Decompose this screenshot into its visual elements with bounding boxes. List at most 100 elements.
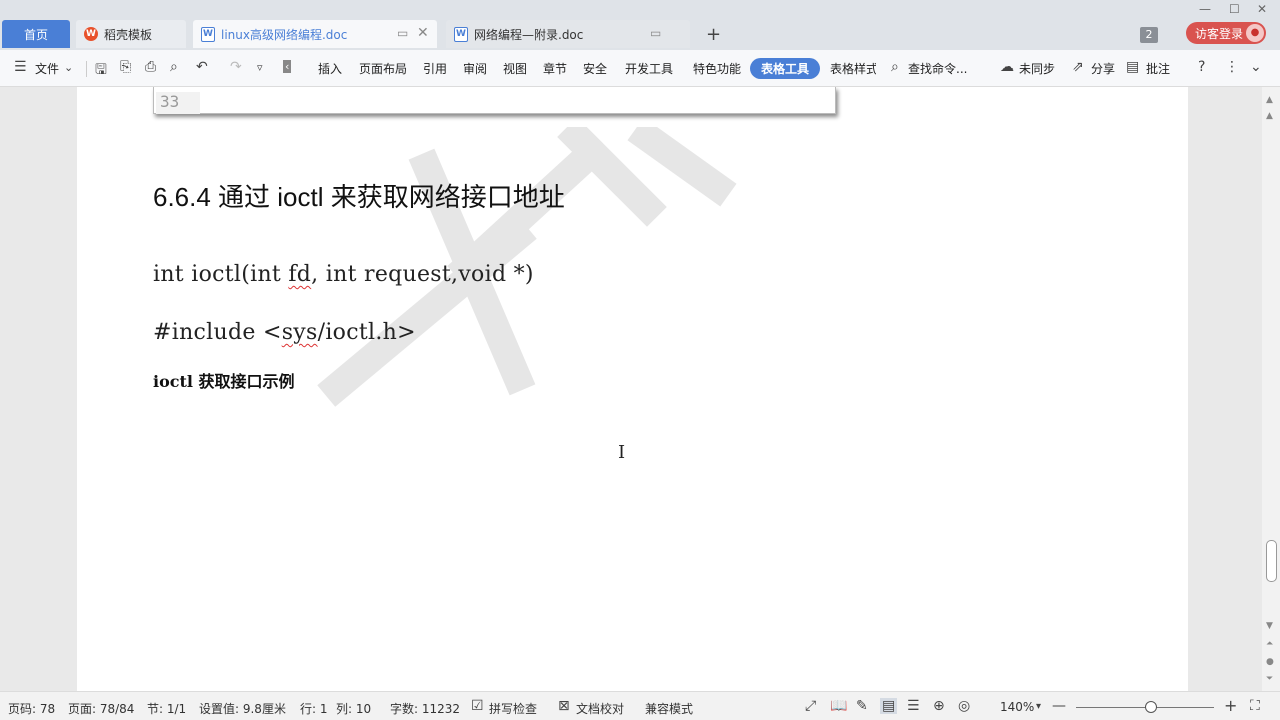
new-tab-button[interactable]: +: [706, 24, 721, 45]
print-icon[interactable]: ⎙: [145, 59, 156, 75]
code-line-number: 33: [156, 92, 200, 114]
help-icon[interactable]: ?: [1198, 59, 1205, 75]
code-text-spellerror: sys: [281, 320, 318, 345]
scroll-next-page-icon[interactable]: ⏷: [1266, 674, 1273, 684]
fullscreen-icon[interactable]: ⤢: [805, 698, 816, 714]
tab-document-2[interactable]: W 网络编程—附录.doc ▭: [446, 20, 690, 48]
scroll-down-page-icon[interactable]: ▼: [1266, 621, 1273, 631]
code-text: #include <: [153, 320, 282, 345]
zoom-level[interactable]: 140%: [1000, 700, 1034, 714]
tab-template[interactable]: W 稻壳模板: [76, 20, 186, 48]
annotate-button[interactable]: 批注: [1146, 60, 1170, 77]
zoom-dropdown-icon[interactable]: ▾: [1036, 701, 1041, 712]
print-preview-icon[interactable]: ⌕: [170, 59, 178, 75]
spell-check-button[interactable]: 拼写检查: [489, 700, 537, 717]
fit-page-icon[interactable]: ⛶: [1250, 698, 1260, 714]
search-icon[interactable]: ⌕: [891, 59, 899, 75]
zoom-slider-handle[interactable]: [1145, 701, 1157, 713]
vertical-scrollbar[interactable]: ▲ ▲ ▼ ⏶ ● ⏷: [1262, 87, 1280, 691]
code-line-ioctl-signature: int ioctl(int fd, int request,void *): [153, 262, 534, 287]
menu-security[interactable]: 安全: [583, 60, 607, 77]
status-word-count[interactable]: 字数: 11232: [390, 700, 460, 717]
doc-proof-icon[interactable]: ⊠: [558, 698, 570, 714]
collapse-ribbon-icon[interactable]: ⌄: [1250, 59, 1262, 75]
guest-login-label: 访客登录: [1195, 26, 1244, 41]
status-col: 列: 10: [336, 702, 372, 716]
status-row: 行: 1: [300, 702, 328, 716]
guest-login-button[interactable]: 访客登录 ●: [1186, 22, 1266, 44]
menu-special[interactable]: 特色功能: [693, 60, 741, 77]
hamburger-menu-icon[interactable]: ☰: [14, 59, 27, 75]
tab-document-active[interactable]: W linux高级网络编程.doc ▭ ✕: [193, 20, 437, 48]
zoom-in-icon[interactable]: +: [1224, 696, 1237, 715]
wps-logo-icon: W: [84, 27, 98, 41]
code-text: , int request,void *): [311, 262, 534, 287]
code-line-include: #include <sys/ioctl.h>: [153, 320, 416, 345]
zoom-out-icon[interactable]: —: [1052, 698, 1066, 714]
annotate-icon[interactable]: ▤: [1126, 59, 1139, 75]
example-caption: ioctl 获取接口示例: [153, 372, 295, 391]
undo-icon[interactable]: ↶: [196, 59, 208, 75]
spell-check-icon[interactable]: ☑: [471, 698, 484, 714]
tab-home[interactable]: 首页: [2, 20, 70, 48]
menu-reference[interactable]: 引用: [423, 60, 447, 77]
maximize-icon[interactable]: ☐: [1229, 2, 1240, 16]
cloud-sync-icon[interactable]: ☁: [1000, 59, 1014, 75]
page-view-icon[interactable]: ▤: [880, 698, 898, 714]
menu-chapter[interactable]: 章节: [543, 60, 567, 77]
scrollbar-thumb[interactable]: [1266, 540, 1277, 582]
close-tab-icon[interactable]: ✕: [417, 25, 429, 41]
tab-template-label: 稻壳模板: [104, 27, 153, 42]
menu-review[interactable]: 审阅: [463, 60, 487, 77]
quick-access-dropdown-icon[interactable]: ▿: [257, 61, 263, 74]
word-doc-icon: W: [201, 26, 215, 42]
menu-dev-tools[interactable]: 开发工具: [625, 60, 673, 77]
write-mode-icon[interactable]: ✎: [856, 698, 868, 714]
scroll-up-page-icon[interactable]: ▲: [1266, 111, 1273, 121]
status-page-code[interactable]: 页码: 78: [8, 700, 55, 717]
eye-protection-icon[interactable]: ◎: [958, 698, 970, 714]
menu-table-style[interactable]: 表格样式: [830, 60, 876, 77]
menu-view[interactable]: 视图: [503, 60, 527, 77]
redo-icon[interactable]: ↷: [230, 59, 242, 75]
save-icon[interactable]: 🖫: [95, 59, 107, 83]
code-text-spellerror: fd: [288, 262, 312, 287]
chevron-down-icon[interactable]: ⌄: [64, 61, 73, 74]
section-heading: 6.6.4 通过 ioctl 来获取网络接口地址: [153, 182, 565, 212]
search-command[interactable]: 查找命令...: [908, 60, 967, 77]
web-view-icon[interactable]: ⊕: [933, 698, 945, 714]
close-window-icon[interactable]: ✕: [1257, 2, 1267, 16]
minimize-icon[interactable]: —: [1199, 2, 1211, 16]
share-button[interactable]: 分享: [1091, 60, 1115, 77]
outline-view-icon[interactable]: ☰: [907, 698, 920, 714]
code-block-table[interactable]: 33: [153, 87, 836, 114]
sync-status[interactable]: 未同步: [1019, 60, 1055, 77]
share-icon[interactable]: ⇗: [1072, 59, 1084, 75]
scroll-prev-page-icon[interactable]: ⏶: [1266, 639, 1273, 649]
doc-proof-button[interactable]: 文档校对: [576, 700, 624, 717]
menu-layout[interactable]: 页面布局: [359, 60, 407, 77]
document-area: 33 6.6.4 通过 ioctl 来获取网络接口地址 int ioctl(in…: [0, 87, 1262, 691]
window-count-badge[interactable]: 2: [1140, 27, 1158, 43]
ribbon-menu-bar: ☰ 文件 ⌄ 🖫 ⎘ ⎙ ⌕ ↶ ↷ ▿ ‹ 插入 页面布局 引用 审阅 视图 …: [0, 50, 1280, 87]
title-tab-bar: 首页 W 稻壳模板 W linux高级网络编程.doc ▭ ✕ W 网络编程—附…: [0, 0, 1280, 50]
format-painter-icon[interactable]: ⎘: [120, 59, 131, 75]
status-page[interactable]: 页面: 78/84: [68, 700, 134, 717]
word-doc-icon: W: [454, 26, 468, 42]
window-float-icon[interactable]: ▭: [650, 26, 661, 40]
scroll-up-icon[interactable]: ▲: [1266, 95, 1273, 105]
menu-file[interactable]: 文件: [35, 60, 59, 77]
window-float-icon[interactable]: ▭: [397, 26, 408, 40]
status-bar: 页码: 78 页面: 78/84 节: 1/1 设置值: 9.8厘米 行: 1 …: [0, 691, 1280, 720]
menu-insert[interactable]: 插入: [318, 60, 342, 77]
more-icon[interactable]: ⋮: [1225, 59, 1239, 75]
status-setting: 设置值: 9.8厘米: [199, 702, 286, 716]
reading-mode-icon[interactable]: 📖: [830, 698, 847, 714]
divider: [86, 61, 87, 77]
scroll-select-browse-icon[interactable]: ●: [1266, 657, 1274, 667]
document-page[interactable]: 33 6.6.4 通过 ioctl 来获取网络接口地址 int ioctl(in…: [77, 87, 1188, 691]
avatar-icon: ●: [1246, 24, 1264, 42]
tab-doc1-label: linux高级网络编程.doc: [221, 27, 348, 42]
ribbon-scroll-left-icon[interactable]: ‹: [283, 60, 292, 73]
menu-table-tools[interactable]: 表格工具: [750, 58, 820, 79]
